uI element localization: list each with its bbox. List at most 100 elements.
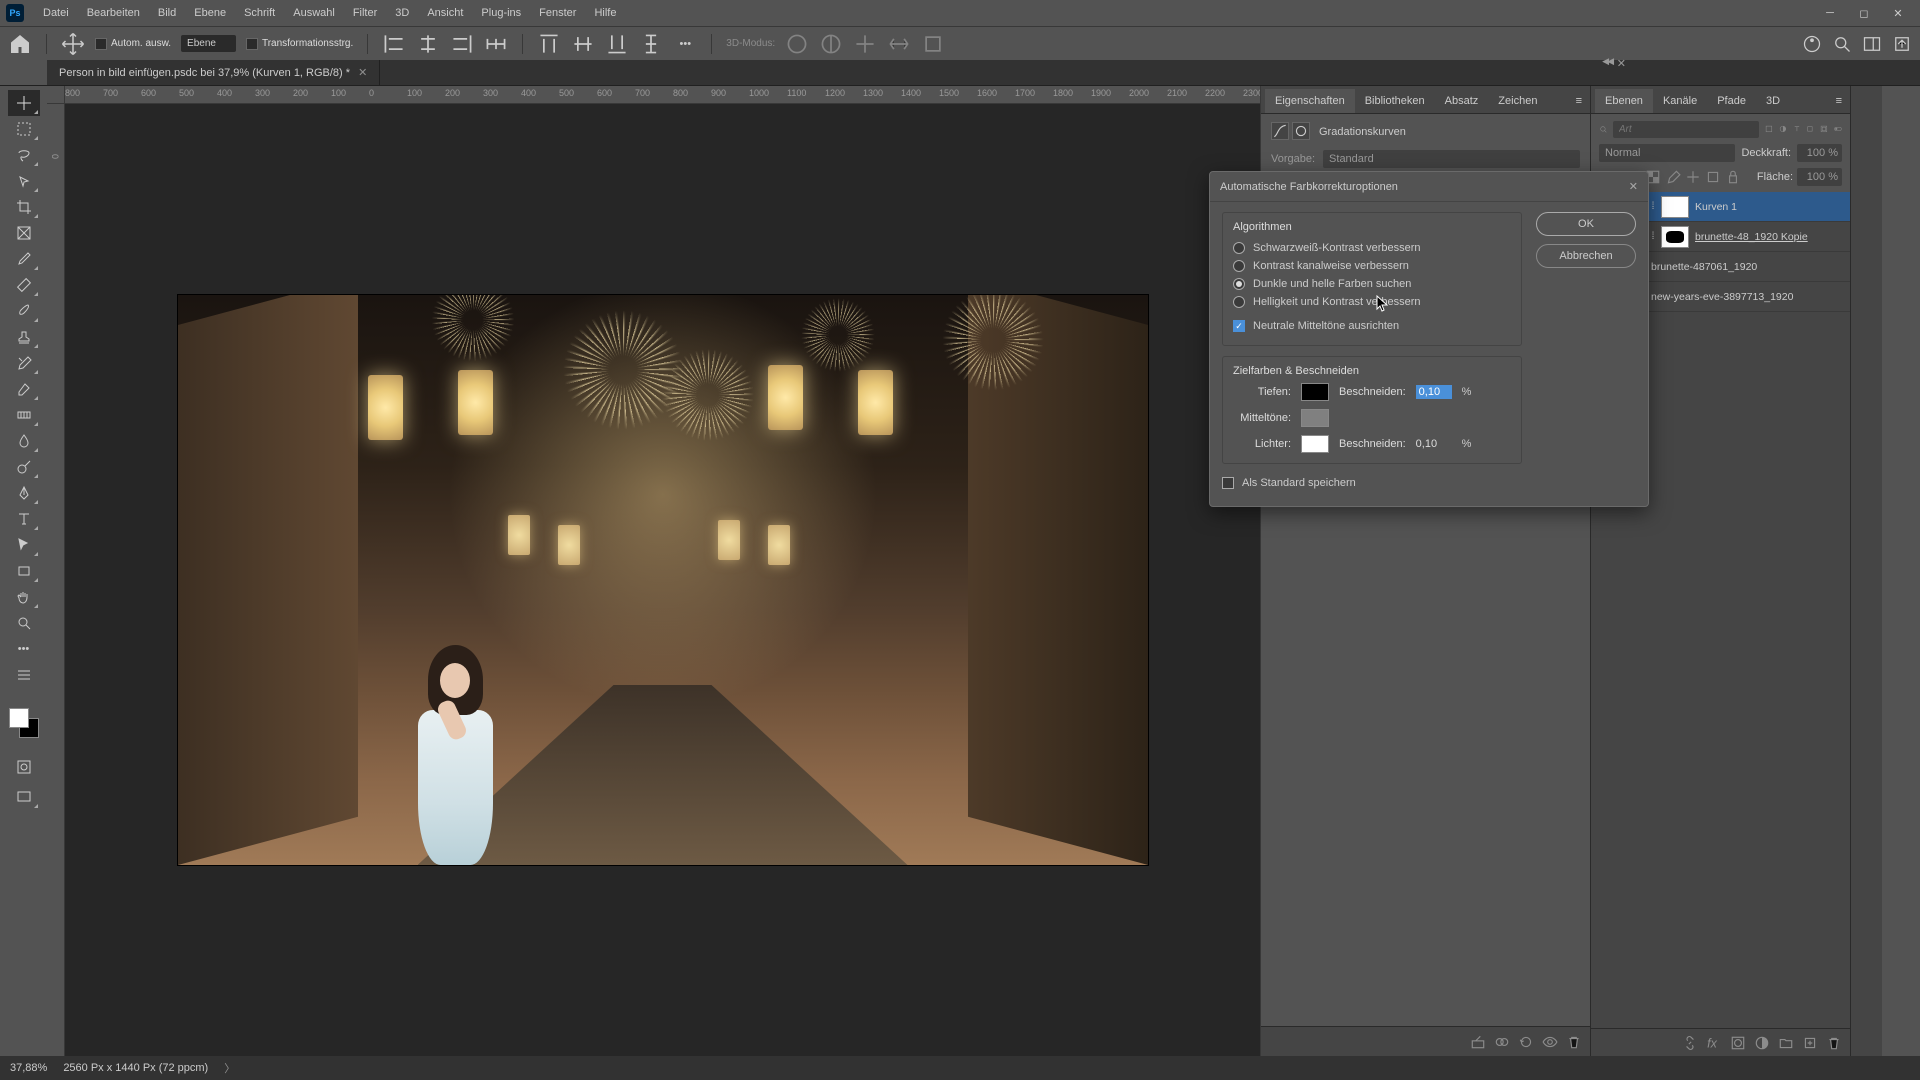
highlights-swatch[interactable]: [1301, 435, 1329, 453]
menu-file[interactable]: Datei: [34, 0, 78, 26]
color-swatches[interactable]: [9, 708, 39, 738]
delete-layer-icon[interactable]: [1826, 1035, 1842, 1051]
window-close[interactable]: ✕: [1882, 3, 1914, 23]
panel-collapse-icon[interactable]: ◀◀: [1602, 56, 1612, 67]
tab-channels[interactable]: Kanäle: [1653, 89, 1707, 113]
crop-tool[interactable]: [8, 194, 40, 220]
menu-help[interactable]: Hilfe: [585, 0, 625, 26]
tab-properties[interactable]: Eigenschaften: [1265, 89, 1355, 113]
filter-pixel-icon[interactable]: [1765, 120, 1773, 138]
align-right-icon[interactable]: [450, 32, 474, 56]
shadows-swatch[interactable]: [1301, 383, 1329, 401]
lock-pixels-icon[interactable]: [1665, 169, 1681, 185]
tab-libraries[interactable]: Bibliotheken: [1355, 89, 1435, 113]
brush-tool[interactable]: [8, 298, 40, 324]
add-adjustment-icon[interactable]: [1754, 1035, 1770, 1051]
vertical-ruler[interactable]: 0: [47, 104, 65, 1056]
distribute-h-icon[interactable]: [484, 32, 508, 56]
radio-icon[interactable]: [1233, 260, 1245, 272]
radio-icon[interactable]: [1233, 296, 1245, 308]
window-maximize[interactable]: ◻: [1848, 3, 1880, 23]
zoom-level[interactable]: 37,88%: [10, 1062, 47, 1074]
workspace-icon[interactable]: [1862, 34, 1882, 54]
ok-button[interactable]: OK: [1536, 212, 1636, 236]
fg-color-swatch[interactable]: [9, 708, 29, 728]
auto-select-checkbox[interactable]: [95, 38, 107, 50]
menu-select[interactable]: Auswahl: [284, 0, 344, 26]
layer-name-label[interactable]: brunette-48_1920 Kopie: [1695, 231, 1846, 243]
transform-controls-group[interactable]: Transformationsstrg.: [246, 38, 353, 50]
history-brush-tool[interactable]: [8, 350, 40, 376]
mask-type-icon[interactable]: [1292, 122, 1310, 140]
dialog-titlebar[interactable]: Automatische Farbkorrekturoptionen ✕: [1210, 172, 1648, 202]
auto-select-group[interactable]: Autom. ausw.: [95, 38, 171, 50]
transform-checkbox[interactable]: [246, 38, 258, 50]
menu-plugins[interactable]: Plug-ins: [472, 0, 530, 26]
type-tool[interactable]: [8, 506, 40, 532]
lasso-tool[interactable]: [8, 142, 40, 168]
filter-smart-icon[interactable]: [1820, 120, 1828, 138]
save-default-row[interactable]: Als Standard speichern: [1222, 474, 1522, 492]
heal-tool[interactable]: [8, 272, 40, 298]
add-mask-icon[interactable]: [1730, 1035, 1746, 1051]
canvas-image[interactable]: [178, 295, 1148, 865]
stamp-tool[interactable]: [8, 324, 40, 350]
mask-link-icon[interactable]: ⁞: [1648, 231, 1658, 242]
tab-paths[interactable]: Pfade: [1707, 89, 1756, 113]
search-icon[interactable]: [1832, 34, 1852, 54]
cancel-button[interactable]: Abbrechen: [1536, 244, 1636, 268]
lock-position-icon[interactable]: [1685, 169, 1701, 185]
tab-character[interactable]: Zeichen: [1488, 89, 1547, 113]
layers-menu-icon[interactable]: ≡: [1828, 89, 1850, 113]
window-minimize[interactable]: ─: [1814, 3, 1846, 23]
canvas-area[interactable]: 8007006005004003002001000100200300400500…: [47, 86, 1260, 1056]
quickmask-icon[interactable]: [8, 754, 40, 780]
dodge-tool[interactable]: [8, 454, 40, 480]
clip-to-layer-icon[interactable]: [1470, 1034, 1486, 1050]
tab-3d[interactable]: 3D: [1756, 89, 1790, 113]
more-tools-icon[interactable]: •••: [8, 636, 40, 662]
dialog-close-icon[interactable]: ✕: [1629, 180, 1638, 193]
marquee-tool[interactable]: [8, 116, 40, 142]
layer-name-label[interactable]: Kurven 1: [1695, 201, 1846, 213]
radio-dark-light[interactable]: Dunkle und helle Farben suchen: [1233, 275, 1511, 293]
path-tool[interactable]: [8, 532, 40, 558]
delete-adjustment-icon[interactable]: [1566, 1034, 1582, 1050]
align-top-icon[interactable]: [537, 32, 561, 56]
layer-filter-input[interactable]: [1613, 121, 1759, 138]
align-vcenter-icon[interactable]: [571, 32, 595, 56]
fill-field[interactable]: 100 %: [1797, 168, 1842, 186]
eyedropper-tool[interactable]: [8, 246, 40, 272]
preset-dropdown[interactable]: Standard: [1323, 150, 1580, 168]
align-bottom-icon[interactable]: [605, 32, 629, 56]
lock-all-icon[interactable]: [1725, 169, 1741, 185]
quick-select-tool[interactable]: [8, 168, 40, 194]
menu-window[interactable]: Fenster: [530, 0, 585, 26]
frame-tool[interactable]: [8, 220, 40, 246]
reset-icon[interactable]: [1518, 1034, 1534, 1050]
filter-type-layer-icon[interactable]: [1793, 120, 1801, 138]
tab-paragraph[interactable]: Absatz: [1435, 89, 1489, 113]
eraser-tool[interactable]: [8, 376, 40, 402]
menu-layer[interactable]: Ebene: [185, 0, 235, 26]
snap-midtones-row[interactable]: Neutrale Mitteltöne ausrichten: [1233, 317, 1511, 335]
ruler-origin[interactable]: [47, 86, 65, 104]
zoom-tool[interactable]: [8, 610, 40, 636]
layer-name-label[interactable]: brunette-487061_1920: [1651, 261, 1846, 273]
new-layer-icon[interactable]: [1802, 1035, 1818, 1051]
radio-icon[interactable]: [1233, 242, 1245, 254]
radio-icon[interactable]: [1233, 278, 1245, 290]
menu-type[interactable]: Schrift: [235, 0, 284, 26]
more-options-icon[interactable]: •••: [673, 32, 697, 56]
filter-type-icon[interactable]: [1599, 120, 1607, 138]
menu-image[interactable]: Bild: [149, 0, 185, 26]
menu-3d[interactable]: 3D: [386, 0, 418, 26]
visibility-toggle-icon[interactable]: [1542, 1034, 1558, 1050]
share-icon[interactable]: [1892, 34, 1912, 54]
layer-thumb-mask[interactable]: [1661, 196, 1689, 218]
panel-menu-icon[interactable]: ≡: [1568, 89, 1590, 113]
menu-edit[interactable]: Bearbeiten: [78, 0, 149, 26]
midtones-swatch[interactable]: [1301, 409, 1329, 427]
lock-artboard-icon[interactable]: [1705, 169, 1721, 185]
gradient-tool[interactable]: [8, 402, 40, 428]
